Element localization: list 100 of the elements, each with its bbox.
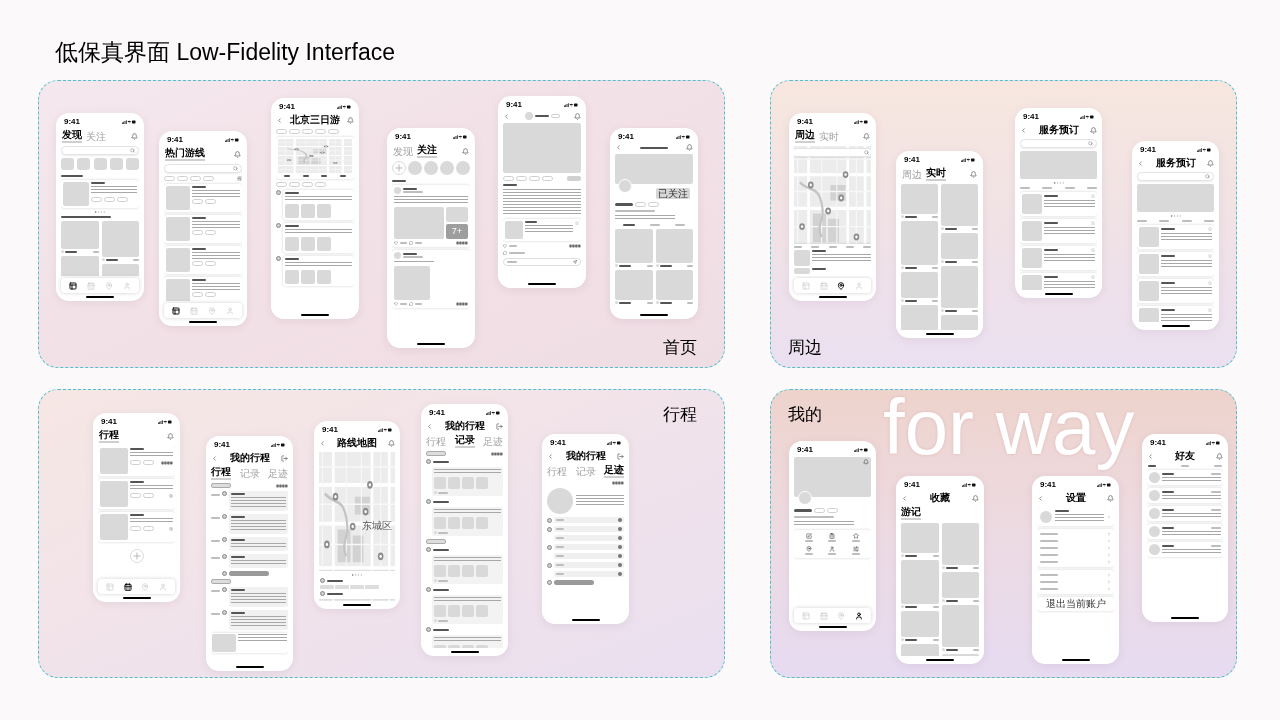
back-icon[interactable]: [503, 112, 510, 120]
tag-chip[interactable]: [205, 292, 216, 297]
filter-icon[interactable]: [237, 176, 242, 181]
tag-chip[interactable]: [328, 129, 339, 134]
tag-chip[interactable]: [542, 176, 553, 181]
bell-icon[interactable]: [970, 170, 977, 178]
search-field[interactable]: [61, 146, 139, 155]
tag-chip[interactable]: [315, 182, 326, 187]
tab[interactable]: 行程: [211, 466, 231, 480]
heart-icon[interactable]: [503, 244, 507, 248]
tag-chip[interactable]: [91, 197, 102, 202]
edit-icon[interactable]: [805, 533, 812, 539]
back-icon[interactable]: [211, 454, 218, 462]
star-icon[interactable]: [853, 533, 860, 539]
star-icon[interactable]: [1208, 281, 1212, 285]
star-icon[interactable]: [575, 221, 579, 225]
tag-chip[interactable]: [276, 182, 287, 187]
back-icon[interactable]: [1037, 494, 1044, 502]
star-icon[interactable]: [1208, 227, 1212, 231]
tag-chip[interactable]: [177, 176, 188, 181]
tab[interactable]: 记录: [454, 434, 475, 448]
send-icon[interactable]: [573, 260, 577, 264]
tab[interactable]: 关注: [417, 144, 437, 158]
bell-icon[interactable]: [863, 132, 870, 140]
tag-chip[interactable]: [130, 526, 141, 531]
tag-chip[interactable]: [143, 526, 154, 531]
tag-chip[interactable]: [117, 197, 128, 202]
add-button-icon[interactable]: [392, 161, 406, 175]
back-icon[interactable]: [547, 452, 554, 460]
heart-icon[interactable]: [394, 302, 398, 306]
tag-chip[interactable]: [516, 176, 527, 181]
add-button-icon[interactable]: [129, 549, 144, 563]
bell-icon[interactable]: [347, 116, 354, 124]
bell-icon[interactable]: [131, 132, 138, 140]
calendar-icon[interactable]: [123, 582, 132, 591]
back-icon[interactable]: [1020, 126, 1027, 134]
gear-icon[interactable]: [169, 493, 173, 498]
comment-icon[interactable]: [409, 241, 413, 245]
logout-icon[interactable]: [617, 452, 624, 460]
logout-icon[interactable]: [281, 454, 288, 462]
star-icon[interactable]: [1091, 194, 1095, 198]
tag-chip[interactable]: [190, 176, 201, 181]
tab[interactable]: 热门游线: [165, 147, 205, 161]
tag-chip[interactable]: [192, 261, 203, 266]
tag-chip[interactable]: [289, 129, 300, 134]
tag-chip[interactable]: [503, 176, 514, 181]
tag-chip[interactable]: [276, 129, 287, 134]
back-icon[interactable]: [1147, 452, 1154, 460]
tag-chip[interactable]: [192, 230, 203, 235]
tag-chip[interactable]: [529, 176, 540, 181]
tag-chip[interactable]: [302, 182, 313, 187]
pill-button[interactable]: [567, 176, 581, 181]
star-icon[interactable]: [1091, 248, 1095, 252]
clipboard-icon[interactable]: [829, 533, 836, 539]
bell-icon[interactable]: [388, 439, 395, 447]
logout-button[interactable]: 退出当前账户: [1037, 597, 1114, 611]
tag-chip[interactable]: [164, 176, 175, 181]
bell-icon[interactable]: [167, 432, 174, 440]
bell-icon[interactable]: [863, 459, 869, 465]
bell-icon[interactable]: [1107, 494, 1114, 502]
tag-chip[interactable]: [289, 182, 300, 187]
tag-chip[interactable]: [192, 292, 203, 297]
tag-chip[interactable]: [192, 199, 203, 204]
user-icon[interactable]: [855, 611, 864, 620]
tag-chip[interactable]: [205, 261, 216, 266]
tag-chip[interactable]: [130, 460, 141, 465]
back-icon[interactable]: [426, 422, 433, 430]
tag-chip[interactable]: [205, 230, 216, 235]
tag-chip[interactable]: [130, 493, 141, 498]
tag-chip[interactable]: [143, 493, 154, 498]
tab[interactable]: 发现: [62, 129, 82, 143]
logout-icon[interactable]: [496, 422, 503, 430]
star-icon[interactable]: [1091, 275, 1095, 279]
map-pin-icon[interactable]: [837, 281, 846, 290]
heart-icon[interactable]: [394, 241, 398, 245]
tab[interactable]: 实时: [926, 167, 946, 181]
bell-icon[interactable]: [972, 494, 979, 502]
comment-icon[interactable]: [409, 302, 413, 306]
tag-chip[interactable]: [205, 199, 216, 204]
tag-chip[interactable]: [648, 202, 659, 207]
bell-icon[interactable]: [462, 147, 469, 155]
tab[interactable]: 足迹: [604, 464, 624, 478]
tab[interactable]: 周边: [795, 129, 815, 143]
bell-icon[interactable]: [1216, 452, 1223, 460]
tag-chip[interactable]: [827, 508, 838, 513]
tag-chip[interactable]: [302, 129, 313, 134]
tag-chip[interactable]: [635, 202, 646, 207]
tag-chip[interactable]: [143, 460, 154, 465]
tag-chip[interactable]: [315, 129, 326, 134]
tab[interactable]: 行程: [99, 429, 119, 443]
back-icon[interactable]: [276, 116, 283, 124]
tag-chip[interactable]: [550, 114, 560, 118]
tag-chip[interactable]: [104, 197, 115, 202]
back-icon[interactable]: [615, 144, 622, 151]
search-field[interactable]: [164, 164, 242, 173]
star-icon[interactable]: [1208, 254, 1212, 258]
search-field[interactable]: [1137, 172, 1214, 181]
search-field[interactable]: [1020, 139, 1097, 148]
follow-button[interactable]: 已关注: [656, 188, 690, 199]
back-icon[interactable]: [1137, 159, 1144, 167]
